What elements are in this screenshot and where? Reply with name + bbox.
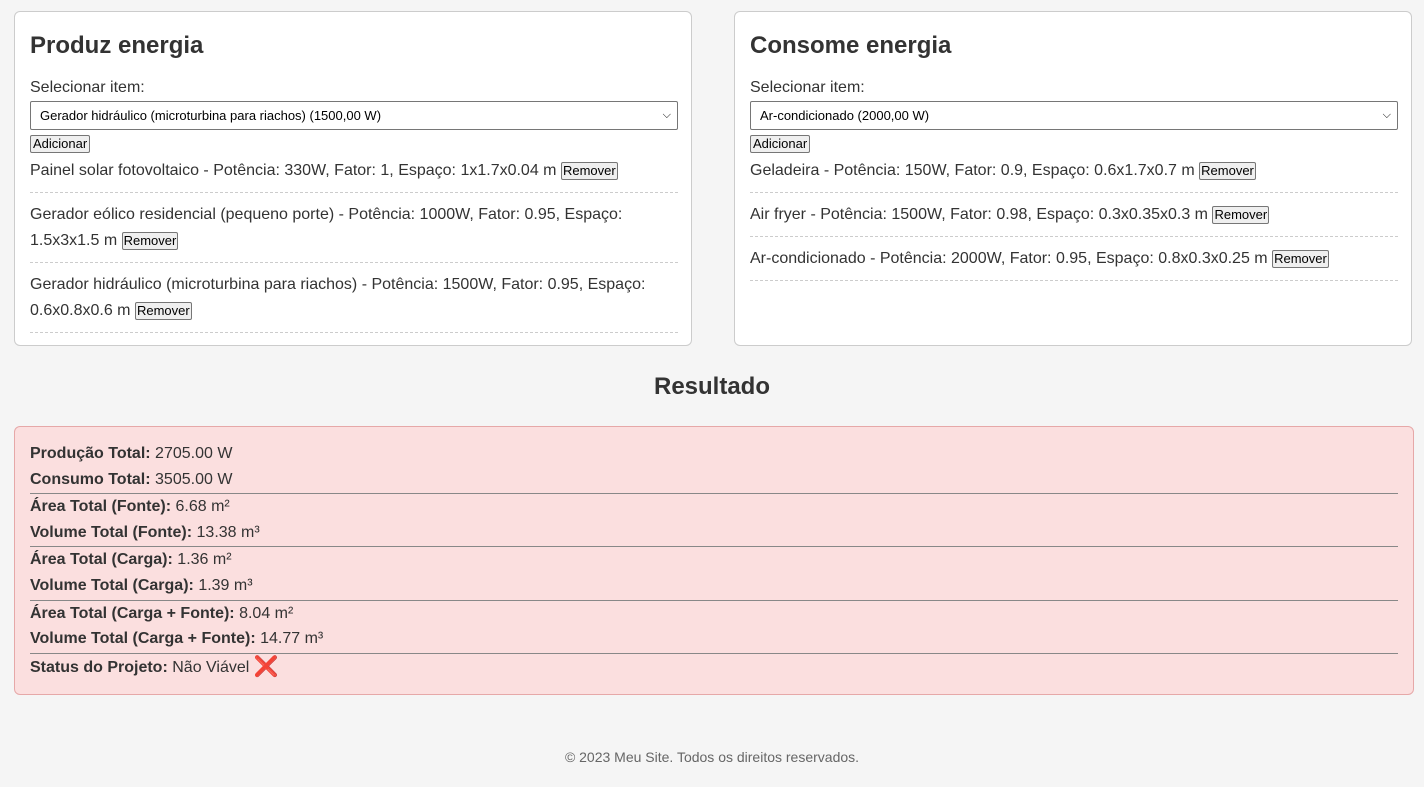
volume-fonte-row: Volume Total (Fonte): 13.38 m³ [30,523,260,543]
list-item-text: Ar-condicionado - Potência: 2000W, Fator… [750,250,1268,267]
produz-energia-panel: Produz energia Selecionar item: Gerador … [14,11,692,346]
consumo-total-value: 3505.00 W [155,471,233,488]
list-item-text: Gerador hidráulico (microturbina para ri… [30,276,646,319]
list-item: Ar-condicionado - Potência: 2000W, Fator… [750,246,1398,281]
remove-button[interactable]: Remover [1212,205,1270,224]
list-item-text: Painel solar fotovoltaico - Potência: 33… [30,162,557,179]
consome-item-select[interactable]: Ar-condicionado (2000,00 W) ⌵ [750,101,1398,130]
list-item: Air fryer - Potência: 1500W, Fator: 0.98… [750,202,1398,237]
status-label: Status do Projeto: [30,659,168,676]
volume-carga-value: 1.39 m³ [198,577,253,594]
area-fonte-value: 6.68 m² [175,498,230,515]
cross-mark-icon: ❌ [253,656,279,678]
area-total-row: Área Total (Carga + Fonte): 8.04 m² [30,604,293,624]
consome-energia-title: Consome energia [750,32,952,59]
consumo-total-label: Consumo Total: [30,471,151,488]
produz-select-label: Selecionar item: [30,79,145,96]
divider [30,653,1398,654]
area-carga-value: 1.36 m² [177,551,232,568]
consome-selected-option: Ar-condicionado (2000,00 W) [760,108,930,123]
divider [30,546,1398,547]
list-item-text: Air fryer - Potência: 1500W, Fator: 0.98… [750,206,1208,223]
area-carga-label: Área Total (Carga): [30,551,173,568]
remove-button[interactable]: Remover [1272,249,1329,268]
consumo-total-row: Consumo Total: 3505.00 W [30,470,232,490]
area-carga-row: Área Total (Carga): 1.36 m² [30,550,232,570]
volume-fonte-label: Volume Total (Fonte): [30,524,193,541]
volume-carga-label: Volume Total (Carga): [30,577,194,594]
remove-button[interactable]: Remover [134,301,192,320]
remove-button[interactable]: Remover [1199,161,1256,180]
resultado-box: Produção Total: 2705.00 W Consumo Total:… [14,426,1414,695]
consome-add-button[interactable]: Adicionar [750,135,811,153]
list-item: Painel solar fotovoltaico - Potência: 33… [30,158,678,193]
consome-energia-panel: Consome energia Selecionar item: Ar-cond… [734,11,1412,346]
divider [30,493,1398,494]
status-value: Não Viável [172,659,250,676]
volume-total-value: 14.77 m³ [260,630,324,647]
volume-fonte-value: 13.38 m³ [196,524,260,541]
resultado-title: Resultado [653,373,770,400]
consome-select-label: Selecionar item: [750,79,865,96]
produz-energia-title: Produz energia [30,32,204,59]
list-item: Gerador hidráulico (microturbina para ri… [30,272,678,333]
volume-total-row: Volume Total (Carga + Fonte): 14.77 m³ [30,629,323,649]
area-fonte-label: Área Total (Fonte): [30,498,172,515]
footer-text: © 2023 Meu Site. Todos os direitos reser… [564,749,860,765]
producao-total-row: Produção Total: 2705.00 W [30,444,232,464]
list-item-text: Gerador eólico residencial (pequeno port… [30,206,623,249]
produz-item-select[interactable]: Gerador hidráulico (microturbina para ri… [30,101,678,130]
list-item-text: Geladeira - Potência: 150W, Fator: 0.9, … [750,162,1195,179]
area-total-value: 8.04 m² [239,605,294,622]
area-fonte-row: Área Total (Fonte): 6.68 m² [30,497,230,517]
produz-item-list: Painel solar fotovoltaico - Potência: 33… [30,158,678,342]
producao-total-value: 2705.00 W [155,445,233,462]
consome-item-list: Geladeira - Potência: 150W, Fator: 0.9, … [750,158,1398,290]
volume-carga-row: Volume Total (Carga): 1.39 m³ [30,576,253,596]
list-item: Geladeira - Potência: 150W, Fator: 0.9, … [750,158,1398,193]
remove-button[interactable]: Remover [121,231,179,250]
divider [30,600,1398,601]
producao-total-label: Produção Total: [30,445,151,462]
remove-button[interactable]: Remover [560,161,618,180]
produz-add-button[interactable]: Adicionar [30,135,91,153]
chevron-down-icon: ⌵ [1382,109,1391,121]
area-total-label: Área Total (Carga + Fonte): [30,605,235,622]
list-item: Gerador eólico residencial (pequeno port… [30,202,678,263]
status-row: Status do Projeto: Não Viável ❌ [30,657,279,678]
chevron-down-icon: ⌵ [662,109,671,121]
volume-total-label: Volume Total (Carga + Fonte): [30,630,256,647]
produz-selected-option: Gerador hidráulico (microturbina para ri… [40,108,382,123]
